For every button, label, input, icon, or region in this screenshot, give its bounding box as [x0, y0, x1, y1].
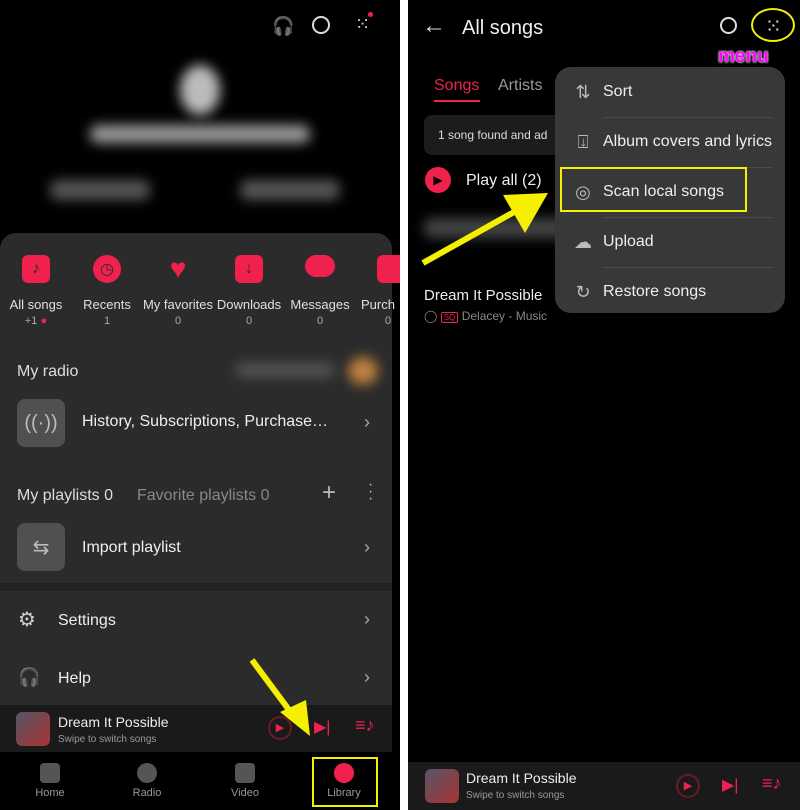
message-icon	[305, 255, 335, 277]
nav-radio[interactable]: Radio	[97, 752, 197, 810]
chevron-right-icon: ›	[364, 412, 370, 432]
notification-dot	[368, 12, 373, 17]
avatar[interactable]	[180, 65, 220, 115]
scan-highlight	[560, 167, 747, 212]
restore-icon: ↻	[575, 281, 591, 302]
album-art	[16, 712, 50, 746]
username-blurred	[90, 125, 310, 143]
heart-icon: ♥	[169, 253, 187, 284]
stats-blurred	[50, 180, 150, 200]
favorite-playlists-tab[interactable]: Favorite playlists 0	[137, 487, 270, 505]
quick-favorites[interactable]: ♥ My favorites 0	[138, 253, 218, 327]
radio-thumb[interactable]	[348, 357, 378, 385]
annotation-arrow	[421, 193, 548, 266]
check-icon: ◯	[424, 309, 438, 323]
chevron-right-icon: ›	[364, 667, 370, 687]
mini-player[interactable]: Dream It Possible Swipe to switch songs …	[0, 705, 392, 752]
nav-video[interactable]: Video	[195, 752, 295, 810]
menu-item-album-covers[interactable]: ⍗ Album covers and lyrics	[555, 117, 785, 167]
menu-item-upload[interactable]: ☁ Upload	[555, 217, 785, 267]
back-arrow-icon[interactable]: ←	[422, 12, 446, 40]
headphones-icon[interactable]: 🎧	[272, 16, 294, 37]
tab-songs[interactable]: Songs	[434, 77, 479, 95]
video-icon	[235, 763, 255, 783]
quick-purchases[interactable]: Purch 0	[355, 255, 400, 327]
page-title: All songs	[462, 17, 544, 39]
purchase-icon	[377, 255, 400, 283]
mini-player[interactable]: Dream It Possible Swipe to switch songs …	[408, 762, 800, 810]
play-button[interactable]: ▶	[676, 774, 700, 798]
menu-highlight-circle	[751, 8, 795, 42]
sort-icon: ⇅	[575, 81, 591, 102]
menu-item-restore[interactable]: ↻ Restore songs	[555, 267, 785, 317]
more-icon[interactable]: ⁙	[355, 14, 370, 35]
annotation-arrow	[249, 658, 310, 736]
more-vertical-icon[interactable]: · · ·	[368, 477, 373, 507]
my-radio-heading: My radio	[17, 363, 79, 380]
quick-recents[interactable]: ◷ Recents 1	[67, 255, 147, 327]
radio-icon	[137, 763, 157, 783]
headset-icon: 🎧	[18, 667, 41, 687]
chevron-right-icon: ›	[364, 537, 370, 557]
menu-item-sort[interactable]: ⇅ Sort	[555, 67, 785, 117]
tab-artists[interactable]: Artists	[498, 77, 542, 95]
cloud-upload-icon: ☁	[574, 231, 592, 252]
library-screen: 🎧 ⁙ ♪ All songs +1 ● ◷ Recents 1 ♥ My favorit…	[0, 0, 400, 810]
stats-blurred	[240, 180, 340, 200]
search-icon[interactable]	[312, 16, 330, 34]
annotation-label: menu	[718, 46, 769, 67]
radio-blurred	[235, 363, 335, 377]
home-icon	[40, 763, 60, 783]
queue-button[interactable]: ≡♪	[762, 773, 782, 794]
download-box-icon: ⍗	[577, 131, 589, 152]
download-icon: ↓	[235, 255, 263, 283]
quick-all-songs[interactable]: ♪ All songs +1 ●	[0, 255, 76, 327]
gear-icon: ⚙	[18, 609, 36, 631]
music-note-icon: ♪	[22, 255, 50, 283]
next-button[interactable]: ▶|	[722, 775, 738, 795]
quick-downloads[interactable]: ↓ Downloads 0	[209, 255, 289, 327]
chevron-right-icon: ›	[364, 609, 370, 629]
all-songs-screen: ← All songs ⁙ menu Songs Artists 1 song …	[408, 0, 800, 810]
radio-icon: ((·))	[17, 399, 65, 447]
nav-home[interactable]: Home	[0, 752, 100, 810]
my-playlists-tab[interactable]: My playlists 0	[17, 487, 113, 505]
library-highlight	[312, 757, 378, 807]
tab-indicator	[434, 100, 480, 102]
divider	[0, 583, 392, 591]
library-sheet: ♪ All songs +1 ● ◷ Recents 1 ♥ My favorites 0 …	[0, 233, 400, 705]
quick-messages[interactable]: Messages 0	[280, 255, 360, 327]
search-icon[interactable]	[720, 17, 737, 34]
folder-import-icon: ⇆	[17, 523, 65, 571]
add-icon[interactable]: +	[322, 479, 336, 507]
clock-icon: ◷	[93, 255, 121, 283]
sq-badge: SQ	[440, 312, 459, 323]
album-art	[425, 769, 459, 803]
queue-button[interactable]: ≡♪	[355, 715, 375, 736]
